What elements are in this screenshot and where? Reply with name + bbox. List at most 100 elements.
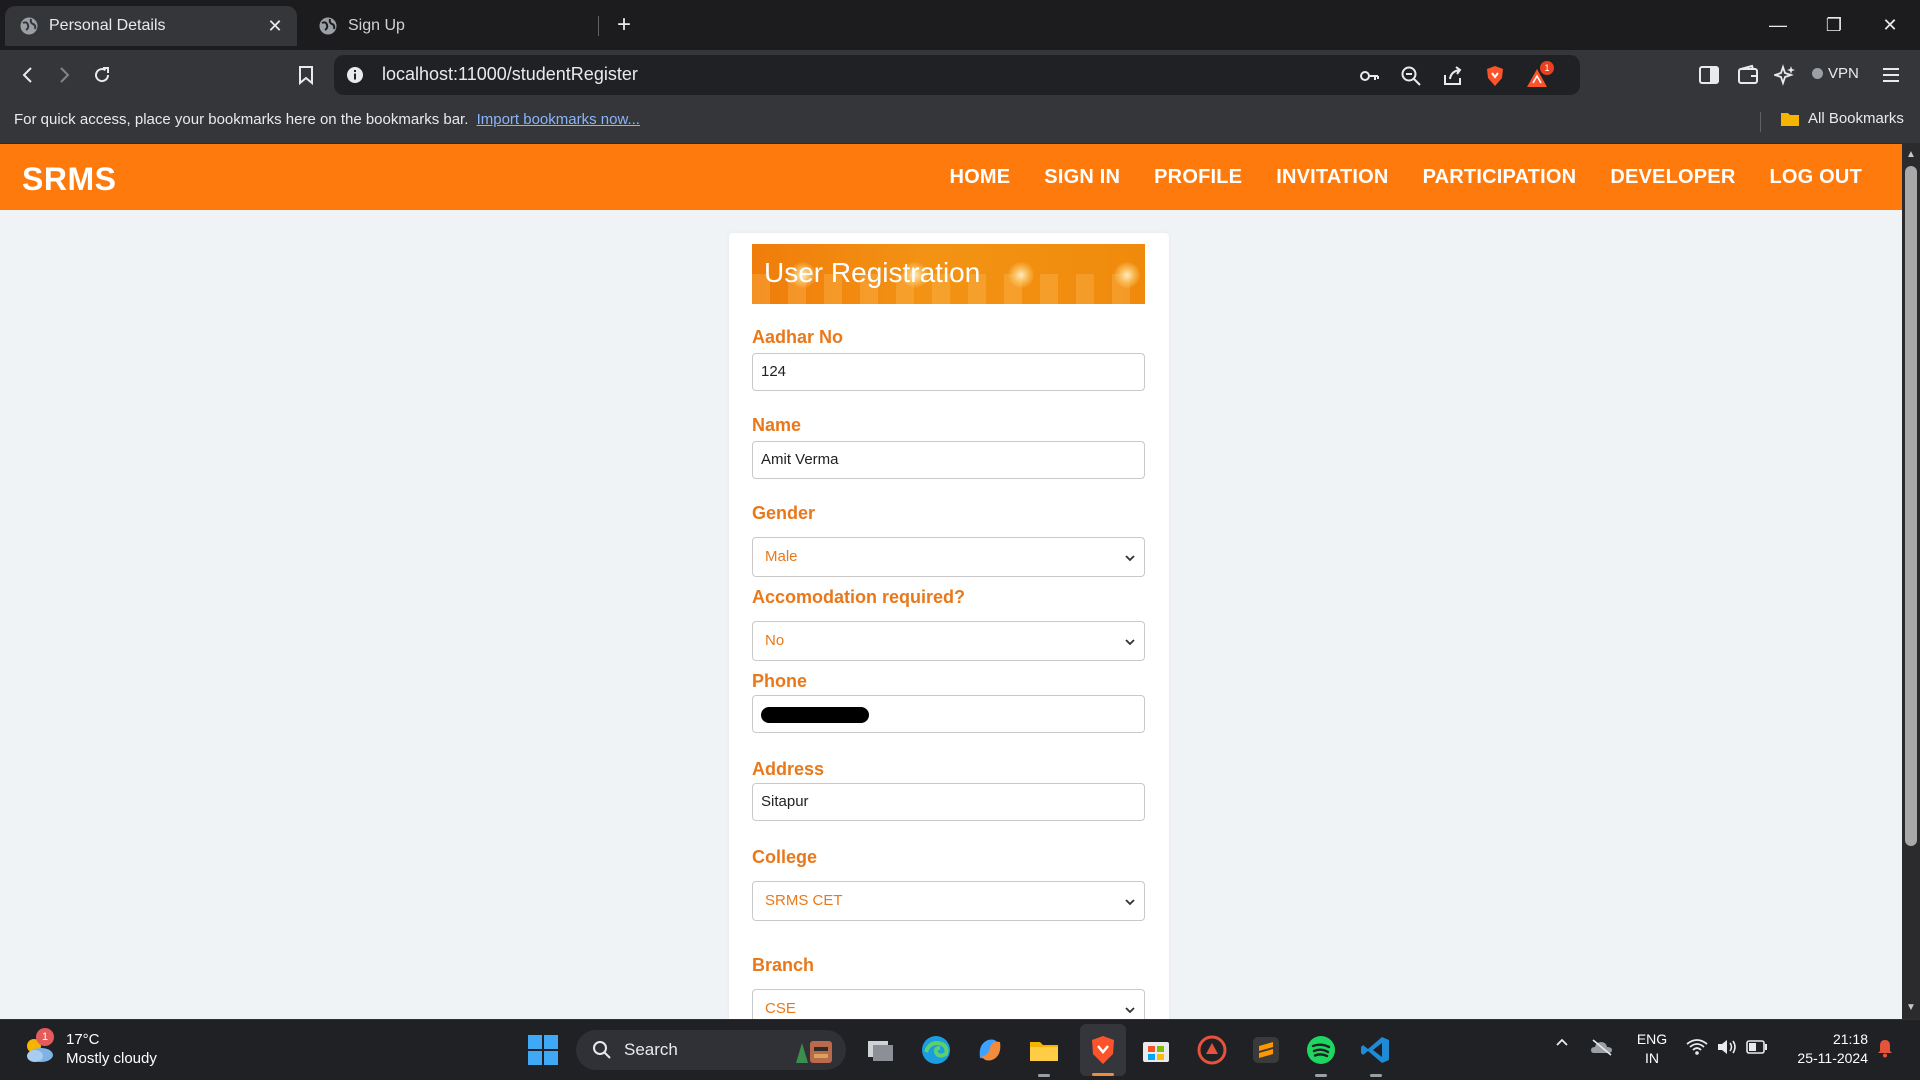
brave-rewards-button[interactable]: 1 [1526, 61, 1554, 89]
nav-log-out[interactable]: LOG OUT [1769, 166, 1862, 189]
lang-line1: ENG [1636, 1031, 1668, 1047]
bookmarks-bar: For quick access, place your bookmarks h… [0, 100, 1920, 144]
notification-bell-icon[interactable] [1876, 1038, 1894, 1058]
volume-icon[interactable] [1716, 1038, 1738, 1056]
spotify-icon[interactable] [1305, 1034, 1337, 1066]
active-indicator [1092, 1073, 1114, 1076]
wifi-icon[interactable] [1686, 1038, 1708, 1056]
close-window-button[interactable]: ✕ [1870, 10, 1910, 40]
close-tab-icon[interactable]: ✕ [265, 16, 285, 36]
menu-icon[interactable] [1880, 64, 1902, 86]
gender-label: Gender [752, 503, 816, 523]
all-bookmarks-button[interactable]: All Bookmarks [1780, 110, 1904, 127]
file-explorer-icon[interactable] [1028, 1034, 1060, 1066]
input-language[interactable]: ENG IN [1634, 1030, 1670, 1068]
vpn-label: VPN [1828, 65, 1859, 82]
arrow-right-icon [60, 67, 70, 83]
bookmark-icon [299, 66, 313, 85]
nav-participation[interactable]: PARTICIPATION [1423, 166, 1577, 189]
restore-button[interactable]: ❐ [1814, 10, 1854, 40]
sidebar-toggle-icon[interactable] [1698, 64, 1720, 86]
scroll-down-arrow-icon[interactable]: ▼ [1906, 1003, 1916, 1013]
address-input[interactable]: Sitapur [752, 783, 1145, 821]
onedrive-offline-icon[interactable] [1590, 1038, 1614, 1056]
zoom-out-icon[interactable] [1400, 65, 1422, 87]
folder-icon [1781, 112, 1799, 126]
tab-title: Personal Details [49, 17, 166, 34]
share-icon[interactable] [1442, 65, 1464, 87]
battery-icon[interactable] [1746, 1040, 1768, 1054]
brave-alt-icon[interactable] [1196, 1034, 1228, 1066]
scroll-up-arrow-icon[interactable]: ▲ [1906, 150, 1916, 160]
registration-card: User Registration Aadhar No 124 Name Ami… [729, 233, 1169, 1019]
task-view-icon[interactable] [864, 1034, 896, 1066]
vscode-icon[interactable] [1360, 1034, 1392, 1066]
phone-input[interactable] [752, 695, 1145, 733]
branch-label: Branch [752, 955, 815, 975]
tab-divider [598, 16, 599, 36]
show-hidden-icons-button[interactable] [1554, 1034, 1570, 1053]
aadhar-input[interactable]: 124 [752, 353, 1145, 391]
weather-badge: 1 [36, 1028, 54, 1046]
new-tab-button[interactable]: + [610, 12, 638, 40]
wallet-icon[interactable] [1737, 64, 1759, 86]
minimize-button[interactable]: — [1758, 10, 1798, 40]
tab-sign-up[interactable]: Sign Up [312, 6, 600, 46]
banner-sun [1008, 262, 1034, 288]
system-clock[interactable]: 21:18 25-11-2024 [1784, 1030, 1868, 1068]
running-indicator [1370, 1074, 1382, 1077]
name-input[interactable]: Amit Verma [752, 441, 1145, 479]
site-navbar: SRMS HOME SIGN IN PROFILE INVITATION PAR… [0, 144, 1902, 210]
nav-sign-in[interactable]: SIGN IN [1044, 166, 1120, 189]
address-bar[interactable]: localhost:11000/studentRegister 1 [334, 55, 1580, 95]
key-icon[interactable] [1358, 65, 1380, 87]
weather-widget[interactable]: 1 17°C Mostly cloudy [22, 1028, 157, 1068]
registration-banner: User Registration [752, 244, 1145, 304]
copilot-icon[interactable] [974, 1034, 1006, 1066]
page-scrollbar[interactable]: ▲ ▼ [1902, 144, 1920, 1019]
form-title: User Registration [764, 257, 981, 288]
lang-line2: IN [1645, 1050, 1659, 1066]
windows-start-icon[interactable] [528, 1035, 558, 1065]
import-bookmarks-link[interactable]: Import bookmarks now... [477, 111, 640, 128]
edge-icon[interactable] [920, 1034, 952, 1066]
search-icon [593, 1041, 611, 1059]
nav-home[interactable]: HOME [949, 166, 1010, 189]
redacted-phone [761, 707, 869, 723]
rewards-badge: 1 [1540, 61, 1554, 75]
nav-invitation[interactable]: INVITATION [1276, 166, 1388, 189]
browser-toolbar: localhost:11000/studentRegister 1 VPN [0, 50, 1920, 100]
chevron-down-icon [1125, 899, 1135, 906]
taskbar-search[interactable]: Search [576, 1030, 846, 1070]
gender-selected-value: Male [765, 548, 798, 565]
accommodation-select[interactable]: No [752, 621, 1145, 661]
phone-label: Phone [752, 671, 808, 691]
nav-developer[interactable]: DEVELOPER [1610, 166, 1735, 189]
scrollbar-thumb[interactable] [1905, 166, 1917, 846]
branch-selected-value: CSE [765, 1000, 796, 1017]
college-label: College [752, 847, 818, 867]
nav-profile[interactable]: PROFILE [1154, 166, 1242, 189]
leo-ai-icon[interactable] [1774, 64, 1796, 86]
branch-select[interactable]: CSE [752, 989, 1145, 1019]
search-label: Search [624, 1040, 678, 1059]
brand-logo[interactable]: SRMS [22, 161, 116, 198]
browser-tab-strip: Personal Details ✕ Sign Up + — ❐ ✕ [0, 0, 1920, 50]
college-select[interactable]: SRMS CET [752, 881, 1145, 921]
forward-button[interactable] [50, 61, 78, 89]
vpn-button[interactable]: VPN [1812, 65, 1859, 82]
microsoft-store-icon[interactable] [1140, 1034, 1172, 1066]
brave-taskbar-button[interactable] [1080, 1024, 1126, 1076]
brave-shield-icon[interactable] [1484, 65, 1506, 87]
globe-icon [20, 17, 38, 35]
gender-select[interactable]: Male [752, 537, 1145, 577]
reload-icon [95, 67, 110, 83]
page-viewport: SRMS HOME SIGN IN PROFILE INVITATION PAR… [0, 144, 1902, 1019]
tab-personal-details[interactable]: Personal Details ✕ [5, 6, 297, 46]
bookmark-button[interactable] [292, 61, 320, 89]
reload-button[interactable] [88, 61, 116, 89]
site-info-icon[interactable] [346, 66, 364, 84]
sublime-text-icon[interactable] [1250, 1034, 1282, 1066]
back-button[interactable] [14, 61, 42, 89]
college-selected-value: SRMS CET [765, 892, 843, 909]
